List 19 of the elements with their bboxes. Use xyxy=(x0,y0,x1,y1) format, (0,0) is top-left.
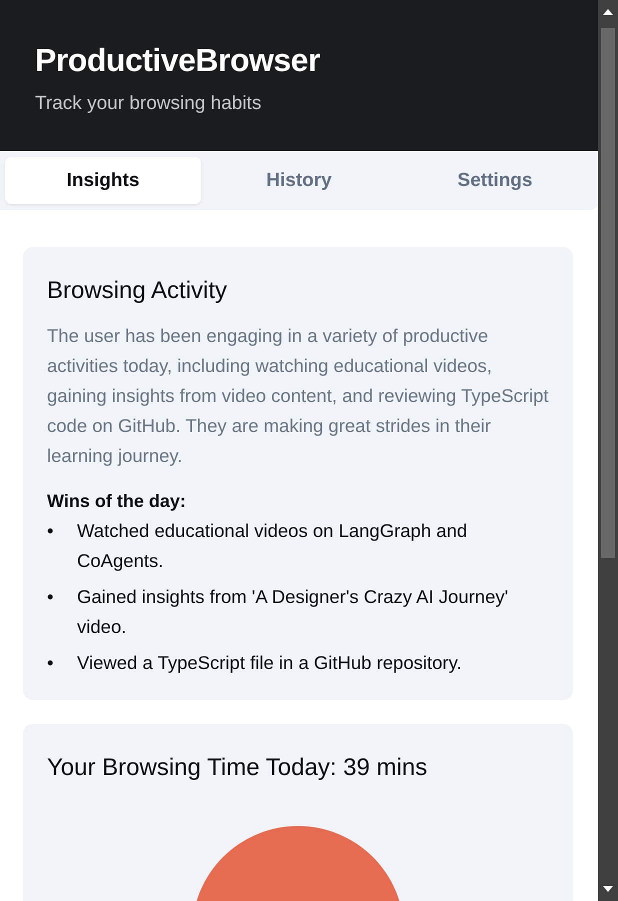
activity-summary: The user has been engaging in a variety of productive activities today, including watching educational videos, gaining insights from video content, and reviewing TypeScript code on GitHub. They are making great strides in their learning journey. xyxy=(47,324,549,468)
card-title: Your Browsing Time Today: 39 mins xyxy=(47,754,428,782)
scroll-up-icon[interactable] xyxy=(602,8,614,16)
win-item: Viewed a TypeScript file in a GitHub repository. xyxy=(77,651,462,675)
scrollbar-thumb[interactable] xyxy=(601,28,615,558)
win-item: Watched educational videos on LangGraph and CoAgents. xyxy=(77,519,468,573)
app-title: ProductiveBrowser xyxy=(35,42,321,79)
scroll-down-icon[interactable] xyxy=(602,885,614,893)
app-subtitle: Track your browsing habits xyxy=(35,93,262,115)
tab[interactable]: History xyxy=(201,157,397,204)
scrollbar[interactable] xyxy=(598,0,618,901)
tab[interactable]: Settings xyxy=(397,157,593,204)
bullet-mark: • xyxy=(47,651,54,675)
bullet-mark: • xyxy=(47,519,54,543)
card-title: Browsing Activity xyxy=(47,277,228,305)
tab[interactable]: Insights xyxy=(5,157,201,204)
win-item: Gained insights from 'A Designer's Crazy AI Journey' video. xyxy=(77,585,510,639)
wins-heading: Wins of the day: xyxy=(47,491,187,512)
bullet-mark: • xyxy=(47,585,54,609)
